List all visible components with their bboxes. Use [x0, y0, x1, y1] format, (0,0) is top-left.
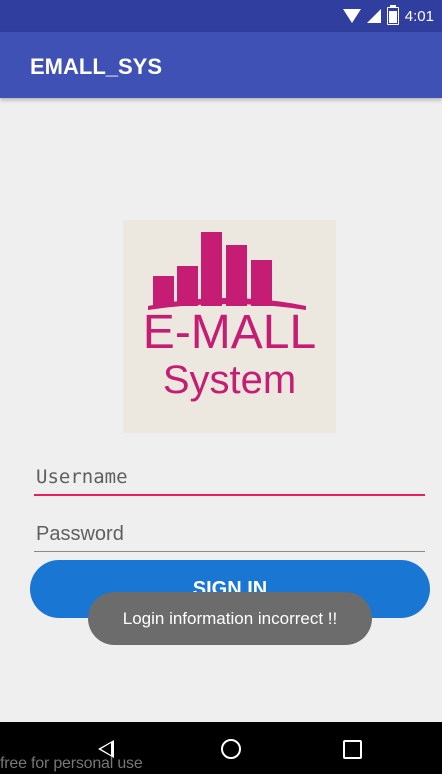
status-icons: 4:01: [342, 5, 434, 25]
login-error-toast: Login information incorrect !!: [88, 592, 372, 645]
password-input[interactable]: [34, 517, 425, 551]
wifi-icon: [342, 9, 361, 23]
battery-icon: [386, 5, 399, 25]
username-field[interactable]: [34, 460, 425, 496]
logo-building-1: [153, 276, 174, 306]
password-field[interactable]: [34, 517, 425, 552]
home-icon[interactable]: [221, 739, 241, 759]
logo-main-text: E-MALL: [142, 306, 317, 359]
logo-sub-text: System: [162, 358, 297, 402]
logo-building-4: [226, 245, 247, 306]
app-title: EMALL_SYS: [30, 54, 163, 79]
app-bar: EMALL_SYS: [0, 32, 442, 98]
username-input[interactable]: [34, 460, 425, 494]
status-bar: 4:01: [0, 0, 442, 32]
emall-logo: E-MALL System: [123, 220, 336, 433]
logo-building-3: [201, 232, 222, 306]
cell-signal-icon: [366, 9, 381, 23]
watermark: free for personal use: [0, 755, 143, 772]
status-time: 4:01: [404, 7, 434, 25]
recent-apps-icon[interactable]: [343, 740, 362, 759]
